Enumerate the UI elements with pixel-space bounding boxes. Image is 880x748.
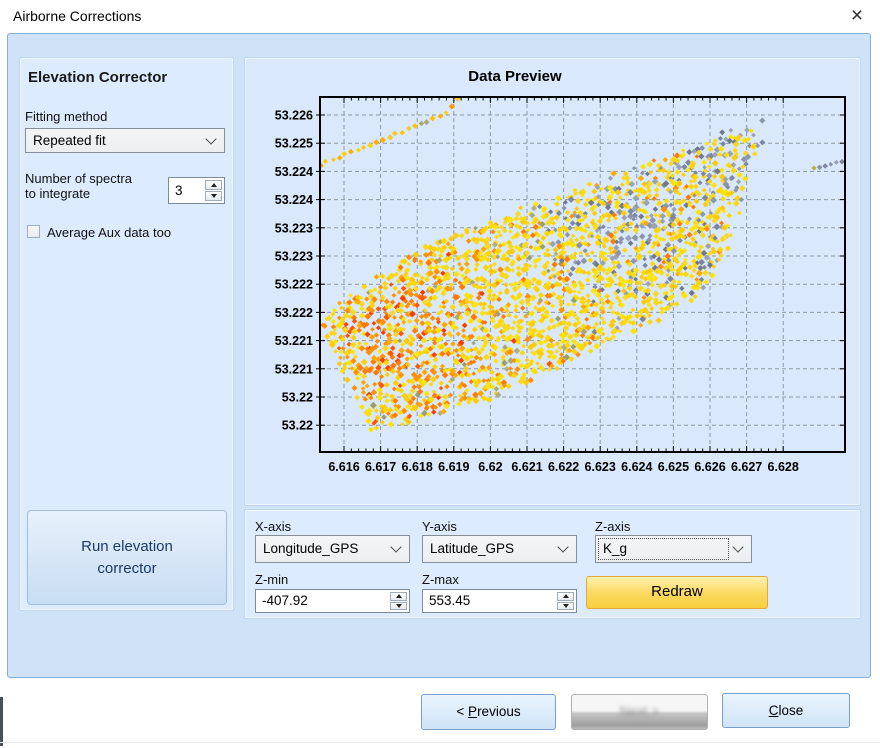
arrow-up-icon <box>396 594 402 598</box>
next-button[interactable]: Next > <box>571 694 708 730</box>
average-aux-label: Average Aux data too <box>47 225 171 240</box>
spectra-count-label-line2: to integrate <box>25 186 90 201</box>
z-max-label: Z-max <box>422 572 459 587</box>
z-max-spin-up-button[interactable] <box>557 592 574 601</box>
z-min-label: Z-min <box>255 572 288 587</box>
arrow-down-icon <box>563 604 569 608</box>
svg-text:53.226: 53.226 <box>275 109 313 123</box>
svg-text:53.224: 53.224 <box>275 193 313 207</box>
svg-text:6.626: 6.626 <box>694 460 725 474</box>
svg-text:53.225: 53.225 <box>275 137 313 151</box>
chevron-down-icon <box>557 541 568 552</box>
z-min-spin-up-button[interactable] <box>390 592 407 601</box>
redraw-button[interactable]: Redraw <box>586 576 768 609</box>
close-icon: × <box>851 4 863 27</box>
svg-text:53.222: 53.222 <box>275 278 313 292</box>
z-min-input[interactable]: -407.92 <box>255 589 410 613</box>
spectra-spin-up-button[interactable] <box>205 180 222 190</box>
chevron-down-icon <box>390 541 401 552</box>
z-max-spin-down-button[interactable] <box>557 602 574 611</box>
close-dialog-label: Close <box>769 703 804 718</box>
svg-text:6.621: 6.621 <box>511 460 542 474</box>
x-axis-select[interactable]: Longitude_GPS <box>255 535 410 563</box>
spectra-spin-down-button[interactable] <box>205 191 222 201</box>
arrow-down-icon <box>396 604 402 608</box>
svg-text:53.22: 53.22 <box>282 419 313 433</box>
svg-text:6.625: 6.625 <box>658 460 689 474</box>
svg-text:6.628: 6.628 <box>768 460 799 474</box>
chevron-down-icon <box>205 133 216 144</box>
z-axis-value: K_g <box>603 541 627 556</box>
svg-text:6.617: 6.617 <box>365 460 396 474</box>
svg-text:6.624: 6.624 <box>621 460 652 474</box>
svg-text:6.616: 6.616 <box>328 460 359 474</box>
close-dialog-button[interactable]: Close <box>722 693 850 728</box>
arrow-up-icon <box>563 594 569 598</box>
elevation-corrector-panel: Elevation Corrector Fitting method Repea… <box>19 57 234 611</box>
fitting-method-select[interactable]: Repeated fit <box>25 128 225 153</box>
svg-text:53.221: 53.221 <box>275 362 313 376</box>
svg-text:6.622: 6.622 <box>548 460 579 474</box>
x-axis-label: X-axis <box>255 519 291 534</box>
y-axis-value: Latitude_GPS <box>430 541 514 556</box>
spectra-count-label-line1: Number of spectra <box>25 171 132 186</box>
svg-text:53.223: 53.223 <box>275 250 313 264</box>
arrow-down-icon <box>211 194 217 198</box>
axis-controls-panel: X-axis Y-axis Z-axis Longitude_GPS Latit… <box>244 509 861 619</box>
fitting-method-value: Repeated fit <box>33 133 106 148</box>
y-axis-label: Y-axis <box>422 519 457 534</box>
svg-text:6.619: 6.619 <box>438 460 469 474</box>
z-axis-label: Z-axis <box>595 519 630 534</box>
svg-text:53.224: 53.224 <box>275 165 313 179</box>
run-elevation-corrector-button[interactable]: Run elevation corrector <box>27 510 227 605</box>
data-preview-chart: 6.616 6.617 6.618 6.619 6.62 6.621 6.622 6.623 6… <box>245 58 862 507</box>
dialog-content: Elevation Corrector Fitting method Repea… <box>7 33 871 678</box>
z-min-spin-down-button[interactable] <box>390 602 407 611</box>
bottom-divider <box>0 742 880 743</box>
next-label: Next > <box>620 704 659 719</box>
arrow-up-icon <box>211 183 217 187</box>
screen-edge-artifact <box>0 697 3 746</box>
svg-text:53.223: 53.223 <box>275 221 313 235</box>
elevation-corrector-heading: Elevation Corrector <box>28 69 167 86</box>
z-axis-select[interactable]: K_g <box>595 535 752 563</box>
z-max-input[interactable]: 553.45 <box>422 589 577 613</box>
svg-text:53.222: 53.222 <box>275 306 313 320</box>
close-button[interactable]: × <box>840 2 874 30</box>
previous-button[interactable]: < Previous <box>421 694 556 730</box>
z-min-value: -407.92 <box>262 593 308 608</box>
fitting-method-label: Fitting method <box>25 109 107 124</box>
svg-text:6.627: 6.627 <box>731 460 762 474</box>
window-titlebar: Airborne Corrections × <box>0 0 880 33</box>
previous-label: < Previous <box>456 704 520 719</box>
data-preview-panel: Data Preview 6.6166.6176.6186.6196.626.6… <box>244 57 861 506</box>
y-axis-select[interactable]: Latitude_GPS <box>422 535 577 563</box>
chevron-down-icon <box>732 541 743 552</box>
x-axis-value: Longitude_GPS <box>263 541 358 556</box>
svg-text:53.221: 53.221 <box>275 334 313 348</box>
redraw-label: Redraw <box>651 583 703 600</box>
svg-text:6.618: 6.618 <box>402 460 433 474</box>
z-max-value: 553.45 <box>429 593 470 608</box>
svg-text:6.62: 6.62 <box>478 460 502 474</box>
spectra-count-value: 3 <box>175 183 183 198</box>
average-aux-checkbox[interactable] <box>27 225 40 238</box>
svg-text:6.623: 6.623 <box>585 460 616 474</box>
window-title: Airborne Corrections <box>13 8 141 24</box>
svg-text:53.22: 53.22 <box>282 391 313 405</box>
spectra-count-stepper[interactable]: 3 <box>168 177 225 204</box>
run-elevation-corrector-label: Run elevation corrector <box>58 536 196 580</box>
